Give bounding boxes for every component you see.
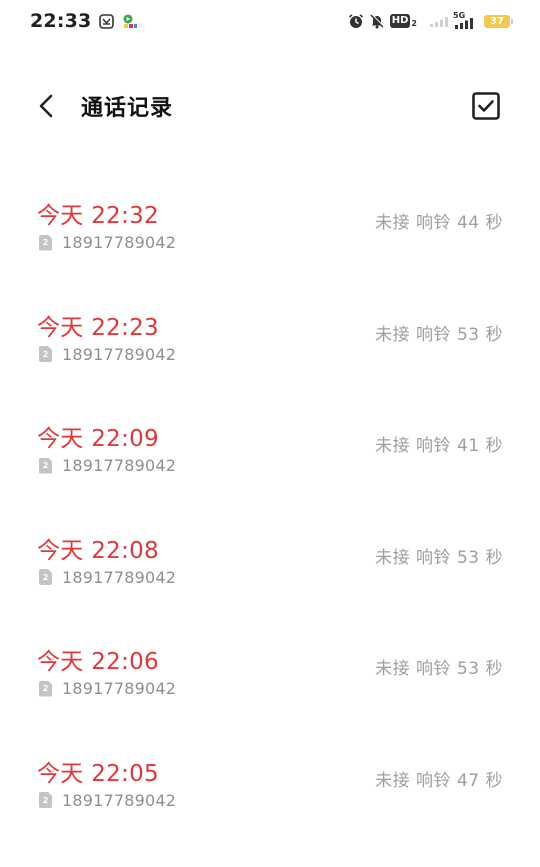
list-item[interactable]: 今天 22:08 2 18917789042 未接 响铃 53 秒 — [0, 521, 540, 633]
phone-number: 18917789042 — [62, 679, 177, 698]
call-status: 未接 响铃 44 秒 — [375, 213, 503, 233]
sim-card-icon: 2 — [39, 346, 52, 362]
call-status: 未接 响铃 47 秒 — [375, 770, 503, 791]
call-time: 今天 22:08 — [37, 537, 159, 564]
sim-slot: 2 — [42, 572, 49, 582]
call-time: 今天 22:05 — [37, 760, 159, 787]
call-time: 今天 22:23 — [37, 314, 159, 341]
sim-slot: 2 — [42, 795, 49, 805]
sim-slot: 2 — [42, 238, 49, 247]
list-item[interactable]: 今天 22:32 2 18917789042 未接 响铃 44 秒 — [0, 186, 540, 298]
checkbox-checked-icon — [472, 92, 500, 120]
call-detail: 2 18917789042 — [39, 456, 176, 475]
sim-card-icon: 2 — [39, 569, 52, 585]
phone-number: 18917789042 — [62, 233, 177, 252]
phone-number: 18917789042 — [62, 344, 177, 364]
sim-card-icon: 2 — [39, 792, 52, 808]
signal-5g-icon: 5G — [453, 11, 475, 30]
hd-sub: 2 — [411, 19, 417, 28]
call-list: 今天 22:32 2 18917789042 未接 响铃 44 秒 今天 22:… — [0, 186, 540, 855]
sim-slot: 2 — [42, 349, 49, 359]
hd-label: HD — [389, 14, 411, 28]
sim-slot: 2 — [42, 461, 49, 470]
list-item[interactable]: 今天 22:05 2 18917789042 未接 响铃 47 秒 — [0, 744, 540, 856]
alarm-icon — [348, 13, 364, 29]
call-time: 今天 22:09 — [37, 426, 159, 452]
back-button[interactable] — [32, 92, 60, 120]
game-app-icon — [122, 13, 138, 29]
hd-icon: HD 2 — [389, 14, 417, 28]
call-detail: 2 18917789042 — [39, 233, 176, 252]
call-detail: 2 18917789042 — [39, 345, 176, 364]
call-detail: 2 18917789042 — [39, 568, 176, 587]
status-time: 22:33 — [30, 10, 92, 32]
status-bar-right: HD 2 5G 37 — [348, 11, 513, 30]
call-time: 今天 22:06 — [37, 649, 159, 675]
notification-app-icon — [99, 13, 115, 29]
call-log-screen: 22:33 HD 2 5G 37 通话记录 今天 22:32 2 1891778… — [0, 0, 540, 867]
sim-card-icon: 2 — [39, 457, 52, 474]
status-bar-left: 22:33 — [30, 10, 138, 32]
battery-indicator: 37 — [484, 14, 513, 28]
list-item[interactable]: 今天 22:23 2 18917789042 未接 响铃 53 秒 — [0, 298, 540, 410]
call-status: 未接 响铃 53 秒 — [375, 659, 503, 679]
call-status: 未接 响铃 53 秒 — [375, 547, 503, 568]
mute-icon — [369, 13, 385, 29]
call-detail: 2 18917789042 — [39, 679, 176, 698]
sim-card-icon: 2 — [39, 234, 52, 251]
sim-card-icon: 2 — [39, 680, 52, 697]
phone-number: 18917789042 — [62, 790, 177, 810]
chevron-left-icon — [39, 94, 53, 118]
status-bar: 22:33 HD 2 5G 37 — [0, 0, 540, 42]
call-detail: 2 18917789042 — [39, 791, 176, 810]
call-status: 未接 响铃 41 秒 — [375, 436, 503, 456]
multi-select-button[interactable] — [471, 91, 501, 121]
phone-number: 18917789042 — [62, 567, 177, 587]
list-item[interactable]: 今天 22:09 2 18917789042 未接 响铃 41 秒 — [0, 409, 540, 521]
battery-level: 37 — [490, 15, 504, 27]
header: 通话记录 — [0, 78, 540, 134]
call-time: 今天 22:32 — [37, 203, 159, 229]
phone-number: 18917789042 — [62, 456, 177, 475]
list-item[interactable]: 今天 22:06 2 18917789042 未接 响铃 53 秒 — [0, 632, 540, 744]
sim-slot: 2 — [42, 684, 49, 693]
signal-weak-icon — [430, 15, 448, 27]
page-title: 通话记录 — [81, 96, 174, 121]
call-status: 未接 响铃 53 秒 — [375, 324, 503, 345]
